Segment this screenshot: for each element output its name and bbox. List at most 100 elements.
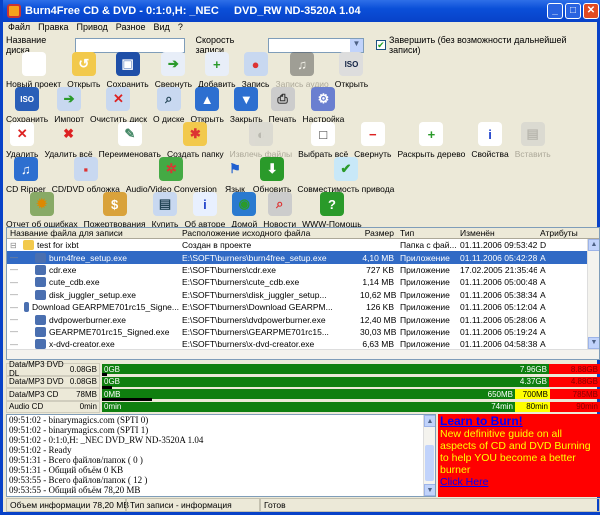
disc-name-input[interactable] <box>75 37 186 53</box>
scroll-thumb[interactable] <box>425 445 434 481</box>
table-row[interactable]: — disk_juggler_setup.exe E:\SOFT\burners\d… <box>7 289 599 301</box>
toolbar-button-audio-burn: ♫ Запись аудио <box>275 52 329 89</box>
finalize-checkbox[interactable]: ✔ <box>375 40 386 50</box>
table-cell: E:\SOFT\burners\cute_cdb.exe <box>182 277 300 288</box>
horizontal-scrollbar[interactable] <box>7 349 599 359</box>
table-cell: D <box>540 240 547 251</box>
column-header[interactable]: Изменён <box>457 228 537 238</box>
properties-icon: i <box>478 122 503 146</box>
scroll-down-button[interactable]: ▼ <box>588 337 599 349</box>
toolbar-button-open-folder[interactable]: ↺ Открыть <box>67 52 100 89</box>
scroll-up-button[interactable]: ▲ <box>424 415 435 427</box>
ad-title-link[interactable]: Learn to Burn! <box>440 414 523 428</box>
toolbar-button-cover[interactable]: ▪ CD/DVD обложка <box>52 157 120 194</box>
close-button[interactable]: ✕ <box>583 3 599 19</box>
vertical-scrollbar[interactable]: ▲ ▼ <box>587 239 599 349</box>
toolbar-button-save-iso[interactable]: ISO Сохранить <box>6 87 48 124</box>
capacity-segment-g: 0GB 4.37GB <box>102 376 549 387</box>
toolbar-button-settings[interactable]: ⚙ Настройка <box>303 87 344 124</box>
menu-item[interactable]: Разное <box>116 22 146 34</box>
maximize-button[interactable]: □ <box>565 3 581 19</box>
cover-icon: ▪ <box>73 157 98 181</box>
toolbar-button-home-globe[interactable]: ◉ Домой <box>231 192 257 229</box>
toolbar-button-new-folder[interactable]: ✱ Создать папку <box>167 122 224 159</box>
toolbar-button-disc-info[interactable]: ⌕ О диске <box>153 87 185 124</box>
table-row[interactable]: — burn4free_setup.exe E:\SOFT\burners\burn… <box>7 251 599 264</box>
column-header[interactable]: Расположение исходного файла <box>179 228 357 238</box>
toolbar-button-burn-disc[interactable]: ● Запись <box>242 52 269 89</box>
capacity-label: Data/MP3 DVD DL 0.08GB <box>6 360 100 378</box>
toolbar-button-cd-ripper[interactable]: ♫ CD Ripper <box>6 157 46 194</box>
toolbar-button-floppy[interactable]: ▣ Сохранить <box>106 52 149 89</box>
toolbar-button-close-tray[interactable]: ▼ Закрыть <box>230 87 263 124</box>
toolbar-button-compress[interactable]: ➔ Свернуть <box>155 52 192 89</box>
toolbar-button-flag[interactable]: ⚑ Язык <box>222 157 247 194</box>
toolbar-button-news[interactable]: ⌕ Новости <box>263 192 296 229</box>
table-cell: E:\SOFT\burners\x-dvd-creator.exe <box>182 339 315 350</box>
table-row[interactable]: — dvdpowerburner.exe E:\SOFT\burners\dvdpo… <box>7 313 599 325</box>
column-header[interactable]: Тип <box>397 228 457 238</box>
iso-icon: ISO <box>339 52 364 76</box>
toolbar-button-collapse[interactable]: − Свернуть <box>354 122 391 159</box>
table-row[interactable]: — GEARPME701rc15_Signed.exe E:\SOFT\burner… <box>7 326 599 338</box>
toolbar-button-buy[interactable]: ▤ Купить <box>152 192 178 229</box>
toolbar-button-printer[interactable]: ⎙ Печать <box>269 87 297 124</box>
delete-icon: ✕ <box>10 122 35 146</box>
toolbar-button-select-all[interactable]: □ Выбрать всё <box>298 122 348 159</box>
toolbar-button-checkmark[interactable]: ✔ Совместимость привода <box>297 157 394 194</box>
toolbar-button-bug-report[interactable]: ✹ Отчет об ошибках <box>6 192 78 229</box>
table-row[interactable]: — Download GEARPME701rc15_Signe... E:\SOFT… <box>7 301 599 313</box>
log-scrollbar[interactable]: ▲ ▼ <box>423 415 435 496</box>
toolbar-button-properties[interactable]: i Свойства <box>471 122 509 159</box>
tree-expander-icon[interactable]: ⊟ <box>10 241 20 250</box>
table-cell: — GEARPME701rc15_Signed.exe <box>7 326 179 337</box>
menu-item[interactable]: ? <box>178 22 183 34</box>
toolbar-button-conversion[interactable]: ✲ Audio/Video Conversion <box>126 157 217 194</box>
ad-click-here-link[interactable]: Click Here <box>440 476 488 488</box>
table-row[interactable]: ⊟ test for ixbt Создан в проекте Папка с фа… <box>7 239 599 251</box>
speed-select[interactable]: ▼ <box>268 37 364 53</box>
status-state: Готов <box>260 498 600 512</box>
toolbar-button-info[interactable]: i Об авторе <box>184 192 225 229</box>
toolbar-button-update-globe[interactable]: ⬇ Обновить <box>253 157 291 194</box>
toolbar-button-import-disc[interactable]: ➔ Импорт <box>54 87 84 124</box>
menu-item[interactable]: Вид <box>154 22 170 34</box>
column-header[interactable]: Размер <box>357 228 397 238</box>
toolbar-button-expand[interactable]: + Раскрыть дерево <box>397 122 465 159</box>
capacity-limit: 74min <box>491 402 513 412</box>
table-cell: Приложение <box>400 252 450 263</box>
table-row[interactable]: — cute_cdb.exe E:\SOFT\burners\cute_cdb.ex… <box>7 276 599 288</box>
file-name: Download GEARPME701rc15_Signe... <box>32 302 179 313</box>
table-cell: Приложение <box>400 289 450 300</box>
scroll-up-button[interactable]: ▲ <box>588 239 599 251</box>
minimize-button[interactable]: _ <box>547 3 563 19</box>
log-line: 09:51:02 - Ready <box>9 445 72 455</box>
column-header[interactable]: Атрибуты <box>537 228 587 238</box>
toolbar-button-rename[interactable]: ✎ Переименовать <box>99 122 161 159</box>
exe-file-icon <box>35 252 46 263</box>
money-bag-icon: $ <box>102 192 127 216</box>
paste-icon: ▤ <box>520 122 545 146</box>
toolbar-button-eject[interactable]: ▲ Открыть <box>191 87 224 124</box>
capacity-track: 0GB 4.37GB 4.88GB <box>102 376 600 389</box>
toolbar-button-erase-disc[interactable]: ✕ Очистить диск <box>90 87 147 124</box>
rename-icon: ✎ <box>117 122 142 146</box>
capacity-bars: Data/MP3 DVD DL 0.08GB 0GB 7.96GB 8.88GB Data… <box>6 360 600 413</box>
menu-item[interactable]: Файл <box>8 22 30 34</box>
toolbar-button-add-file[interactable]: + Добавить <box>198 52 236 89</box>
table-row[interactable]: — cdr.exe E:\SOFT\burners\cdr.exe 727 KB При… <box>7 264 599 276</box>
menu-item[interactable]: Правка <box>38 22 68 34</box>
toolbar-button-label: Свойства <box>471 149 509 159</box>
toolbar-button-label: Вставить <box>514 149 551 159</box>
toolbar-button-label: Раскрыть дерево <box>397 149 466 159</box>
menu-item[interactable]: Привод <box>77 22 108 34</box>
toolbar-button-delete[interactable]: ✕ Удалить <box>6 122 38 159</box>
toolbar-button-delete-all[interactable]: ✖ Удалить всё <box>44 122 93 159</box>
toolbar-button-new-file[interactable]: Новый проект <box>6 52 61 89</box>
toolbar-button-iso[interactable]: ISO Открыть <box>335 52 368 89</box>
toolbar-button-web-help[interactable]: ? WWW-Помощь <box>302 192 362 229</box>
capacity-used: 0.08GB <box>69 377 97 387</box>
column-header[interactable]: Название файла для записи <box>7 228 179 238</box>
scroll-down-button[interactable]: ▼ <box>424 484 435 496</box>
toolbar-button-money-bag[interactable]: $ Пожертвования <box>84 192 146 229</box>
